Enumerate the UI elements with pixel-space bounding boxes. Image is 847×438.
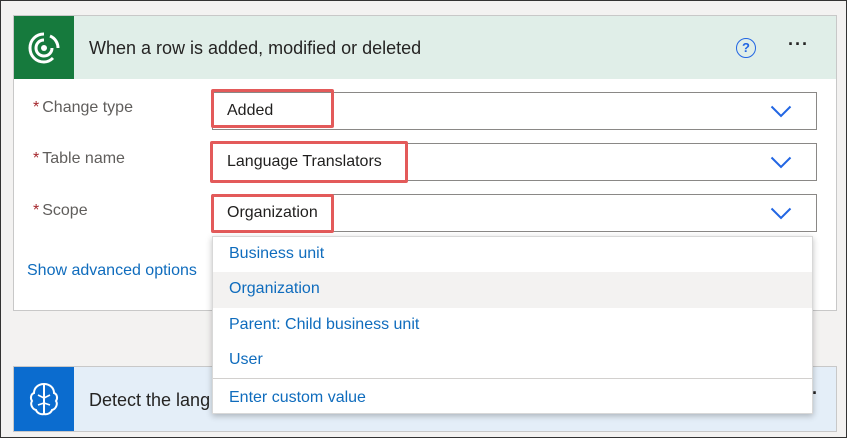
table-name-dropdown[interactable]: Language Translators (212, 143, 817, 181)
scope-options-list: Business unit Organization Parent: Child… (212, 236, 813, 414)
scope-label: * Scope (33, 202, 88, 220)
table-name-label: * Table name (33, 150, 125, 168)
change-type-label: * Change type (33, 99, 133, 117)
table-name-value: Language Translators (227, 153, 382, 170)
option-parent-child-business-unit[interactable]: Parent: Child business unit (213, 308, 812, 344)
chevron-down-icon[interactable] (770, 156, 792, 169)
dropdown-divider (213, 378, 812, 379)
option-business-unit[interactable]: Business unit (213, 237, 812, 273)
table-name-label-text: Table name (42, 150, 125, 167)
option-enter-custom-value[interactable]: Enter custom value (213, 381, 812, 417)
change-type-value: Added (227, 102, 274, 119)
trigger-card-header[interactable]: When a row is added, modified or deleted… (14, 16, 836, 79)
required-mark: * (33, 202, 40, 219)
change-type-label-text: Change type (42, 99, 133, 116)
scope-label-text: Scope (42, 202, 88, 219)
trigger-title: When a row is added, modified or deleted (89, 38, 422, 58)
help-icon[interactable]: ? (736, 38, 756, 58)
option-user[interactable]: User (213, 343, 812, 379)
more-options-icon[interactable]: ··· (788, 34, 809, 55)
required-mark: * (33, 150, 40, 167)
ai-builder-logo-icon (14, 367, 74, 431)
chevron-down-icon[interactable] (770, 105, 792, 118)
action-title: Detect the lang (89, 390, 211, 410)
show-advanced-options-link[interactable]: Show advanced options (27, 262, 197, 280)
option-organization[interactable]: Organization (213, 272, 812, 308)
chevron-down-icon[interactable] (770, 207, 792, 220)
dataverse-logo-icon (14, 16, 74, 79)
scope-dropdown[interactable]: Organization (212, 194, 817, 232)
required-mark: * (33, 99, 40, 116)
change-type-dropdown[interactable]: Added (212, 92, 817, 130)
scope-value: Organization (227, 204, 318, 221)
